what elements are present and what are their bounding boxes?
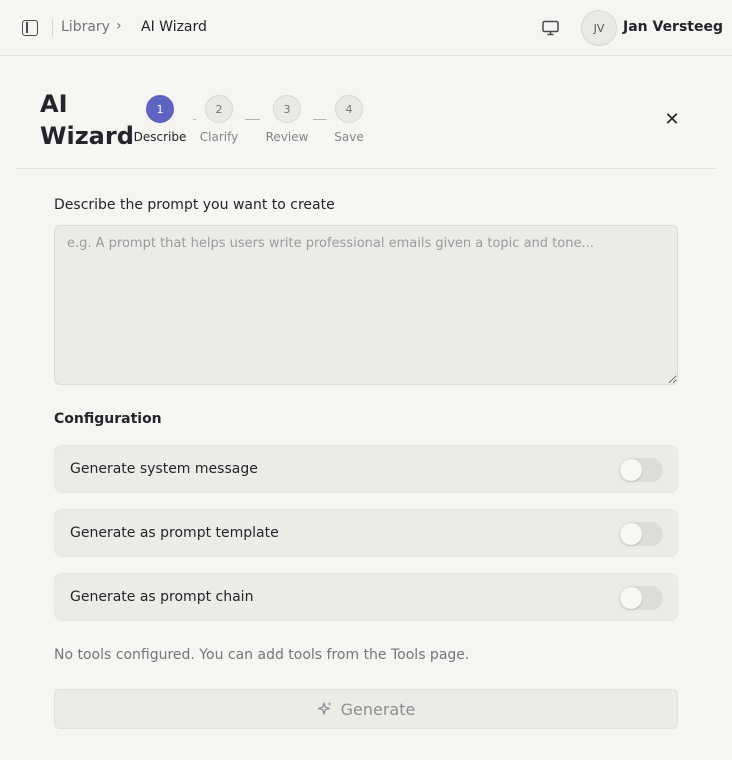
config-label: Generate as prompt template (70, 525, 279, 541)
step-label: Clarify (199, 130, 239, 144)
system-message-toggle[interactable] (619, 458, 663, 482)
breadcrumb-current: AI Wizard (141, 19, 207, 35)
prompt-chain-toggle[interactable] (619, 586, 663, 610)
monitor-icon[interactable] (542, 20, 559, 36)
config-row-system-message: Generate system message (54, 445, 678, 493)
configuration-heading: Configuration (54, 411, 162, 427)
step-label: Save (334, 130, 364, 144)
chevron-right-icon: › (116, 18, 122, 34)
step-label: Review (265, 130, 309, 144)
sidebar-toggle-icon[interactable] (22, 20, 38, 36)
prompt-template-toggle[interactable] (619, 522, 663, 546)
close-icon[interactable]: ✕ (662, 110, 682, 130)
step-number: 3 (273, 95, 301, 123)
config-row-prompt-chain: Generate as prompt chain (54, 573, 678, 621)
wizard-title: AI Wizard (40, 90, 134, 150)
step-number: 1 (146, 95, 174, 123)
config-label: Generate system message (70, 461, 258, 477)
tools-note: No tools configured. You can add tools f… (54, 647, 470, 663)
step-describe[interactable]: 1 Describe (130, 95, 190, 144)
breadcrumb-library[interactable]: Library (61, 19, 110, 35)
step-number: 4 (335, 95, 363, 123)
step-clarify[interactable]: 2 Clarify (189, 95, 249, 144)
describe-prompt-input[interactable] (54, 225, 678, 385)
step-label: Describe (133, 130, 187, 144)
top-bar: Library › AI Wizard JV Jan Versteeg (0, 0, 732, 56)
sparkle-icon (317, 702, 332, 715)
step-number: 2 (205, 95, 233, 123)
step-save[interactable]: 4 Save (319, 95, 379, 144)
config-row-prompt-template: Generate as prompt template (54, 509, 678, 557)
config-label: Generate as prompt chain (70, 589, 254, 605)
divider (52, 19, 53, 37)
generate-button[interactable]: Generate (54, 689, 678, 729)
divider (16, 168, 716, 169)
describe-label: Describe the prompt you want to create (54, 197, 335, 213)
user-name[interactable]: Jan Versteeg (623, 19, 723, 35)
avatar[interactable]: JV (581, 10, 617, 46)
generate-label: Generate (340, 699, 416, 719)
step-review[interactable]: 3 Review (257, 95, 317, 144)
